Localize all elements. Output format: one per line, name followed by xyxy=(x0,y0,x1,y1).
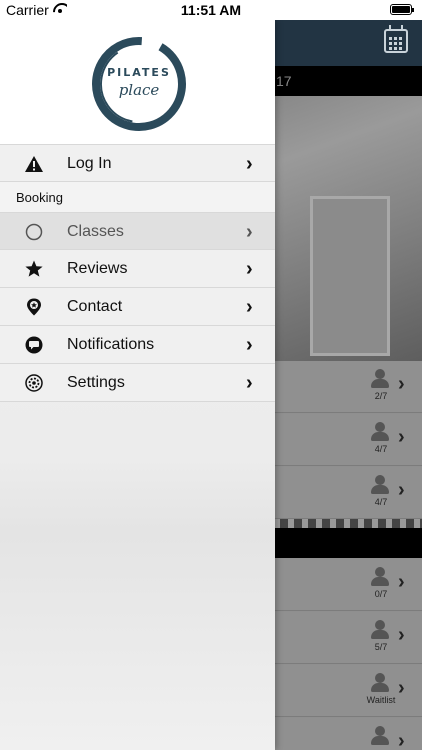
person-icon xyxy=(370,620,390,640)
calendar-icon[interactable] xyxy=(384,25,408,53)
chevron-right-icon: › xyxy=(246,372,253,394)
chevron-right-icon: › xyxy=(246,296,253,318)
drawer-header: PILATES place xyxy=(0,20,275,144)
menu-item-classes[interactable]: Classes › xyxy=(0,212,275,250)
chevron-right-icon: › xyxy=(246,258,253,280)
gear-icon xyxy=(24,374,44,392)
menu-item-label: Contact xyxy=(67,298,123,315)
logo-text-pilates: PILATES xyxy=(107,66,171,79)
logo-text-place: place xyxy=(118,81,160,99)
door-image xyxy=(310,196,390,356)
person-icon xyxy=(370,673,390,693)
person-icon xyxy=(370,567,390,587)
clock: 11:51 AM xyxy=(180,2,242,18)
star-icon xyxy=(24,260,44,278)
menu-item-label: Notifications xyxy=(67,336,155,353)
chevron-right-icon: › xyxy=(398,730,405,750)
chevron-right-icon: › xyxy=(246,153,253,175)
circle-icon xyxy=(24,223,44,241)
menu-item-notifications[interactable]: Notifications › xyxy=(0,326,275,364)
pilates-place-logo: PILATES place xyxy=(89,34,189,134)
battery-icon xyxy=(390,4,414,15)
chevron-right-icon: › xyxy=(398,373,405,395)
menu-item-label: Settings xyxy=(67,374,125,391)
warning-icon xyxy=(24,155,44,173)
menu-item-settings[interactable]: Settings › xyxy=(0,364,275,402)
chevron-right-icon: › xyxy=(398,624,405,646)
menu-item-label: Log In xyxy=(67,155,112,172)
status-bar: Carrier 11:51 AM xyxy=(0,0,422,20)
chevron-right-icon: › xyxy=(398,479,405,501)
menu-item-contact[interactable]: Contact › xyxy=(0,288,275,326)
person-icon xyxy=(370,726,390,746)
menu-item-label: Reviews xyxy=(67,260,128,277)
section-header-booking: Booking xyxy=(0,182,275,212)
chevron-right-icon: › xyxy=(246,221,253,243)
side-drawer: PILATES place Log In › Booking Classes ›… xyxy=(0,20,275,750)
menu-item-reviews[interactable]: Reviews › xyxy=(0,250,275,288)
menu-item-login[interactable]: Log In › xyxy=(0,144,275,182)
chat-bubble-icon xyxy=(24,336,44,354)
person-icon xyxy=(370,369,390,389)
chevron-right-icon: › xyxy=(398,571,405,593)
menu-item-label: Classes xyxy=(67,223,124,240)
location-pin-icon xyxy=(24,298,44,316)
chevron-right-icon: › xyxy=(246,334,253,356)
chevron-right-icon: › xyxy=(398,426,405,448)
person-icon xyxy=(370,422,390,442)
chevron-right-icon: › xyxy=(398,677,405,699)
person-icon xyxy=(370,475,390,495)
